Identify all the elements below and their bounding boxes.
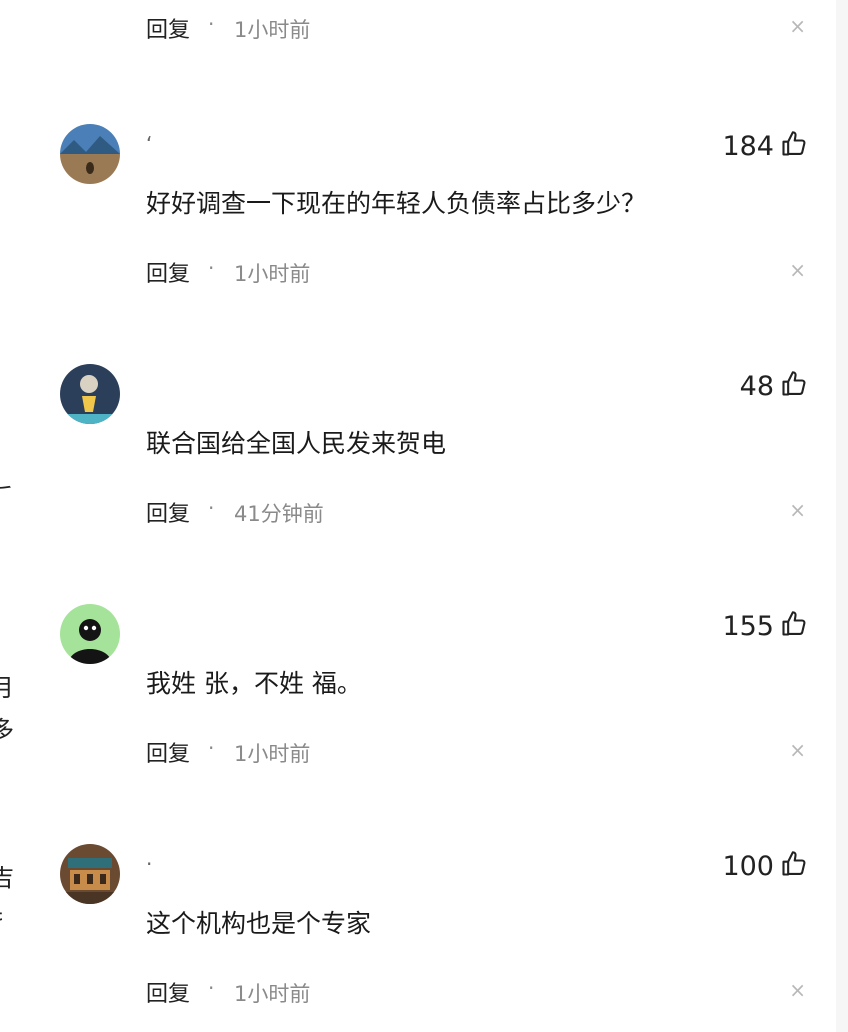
like-count: 184 (722, 130, 774, 162)
close-icon[interactable]: × (789, 258, 806, 282)
separator-dot: · (208, 12, 215, 36)
comment-time: 41分钟前 (234, 502, 324, 526)
comment-text: 好好调查一下现在的年轻人负债率占比多少？ (146, 189, 647, 218)
comment-item: 155 我姓 张，不姓 福。 回复 · 1小时前 × (0, 604, 848, 774)
thumbs-up-icon (780, 370, 808, 402)
like-count: 48 (739, 370, 774, 402)
avatar[interactable] (60, 124, 120, 184)
reply-button[interactable]: 回复 (146, 496, 190, 528)
comment-item: · 100 这个机构也是个专家 回复 · 1小时前 × (0, 844, 848, 1014)
comment-item: ‘ 184 好好调查一下现在的年轻人负债率占比多少？ 回复 · 1小时前 × (0, 124, 848, 294)
like-button[interactable]: 100 (722, 846, 808, 886)
avatar[interactable] (60, 844, 120, 904)
comment-time: 1小时前 (234, 262, 311, 286)
separator-dot: · (208, 256, 215, 280)
separator-dot: · (208, 496, 215, 520)
username[interactable]: · (146, 852, 152, 876)
like-button[interactable]: 48 (740, 366, 808, 406)
comment-text: 这个机构也是个专家 (146, 909, 372, 938)
reply-row: 回复 · 1小时前 × (146, 6, 848, 46)
comment-text: 我姓 张，不姓 福。 (146, 669, 362, 698)
close-icon[interactable]: × (789, 738, 806, 762)
username[interactable]: ‘ (146, 132, 152, 156)
reply-button[interactable]: 回复 (146, 976, 190, 1008)
reply-row: 回复 · 1小时前 × (146, 730, 848, 770)
comment-item: 48 联合国给全国人民发来贺电 回复 · 41分钟前 × (0, 364, 848, 534)
thumbs-up-icon (780, 130, 808, 162)
close-icon[interactable]: × (789, 14, 806, 38)
close-icon[interactable]: × (789, 978, 806, 1002)
close-icon[interactable]: × (789, 498, 806, 522)
like-button[interactable]: 155 (722, 606, 808, 646)
thumbs-up-icon (780, 850, 808, 882)
comment-time: 1小时前 (234, 742, 311, 766)
like-count: 155 (722, 610, 774, 642)
reply-button[interactable]: 回复 (146, 736, 190, 768)
avatar[interactable] (60, 604, 120, 664)
reply-row: 回复 · 1小时前 × (146, 970, 848, 1010)
thumbs-up-icon (780, 610, 808, 642)
comment-time: 1小时前 (234, 982, 311, 1006)
separator-dot: · (208, 736, 215, 760)
comment-time: 1小时前 (234, 18, 311, 42)
reply-button[interactable]: 回复 (146, 12, 190, 44)
reply-row: 回复 · 41分钟前 × (146, 490, 848, 530)
like-button[interactable]: 184 (722, 126, 808, 166)
avatar[interactable] (60, 364, 120, 424)
like-count: 100 (722, 850, 774, 882)
reply-row: 回复 · 1小时前 × (146, 250, 848, 290)
reply-button[interactable]: 回复 (146, 256, 190, 288)
comment-text: 联合国给全国人民发来贺电 (146, 429, 447, 458)
separator-dot: · (208, 976, 215, 1000)
